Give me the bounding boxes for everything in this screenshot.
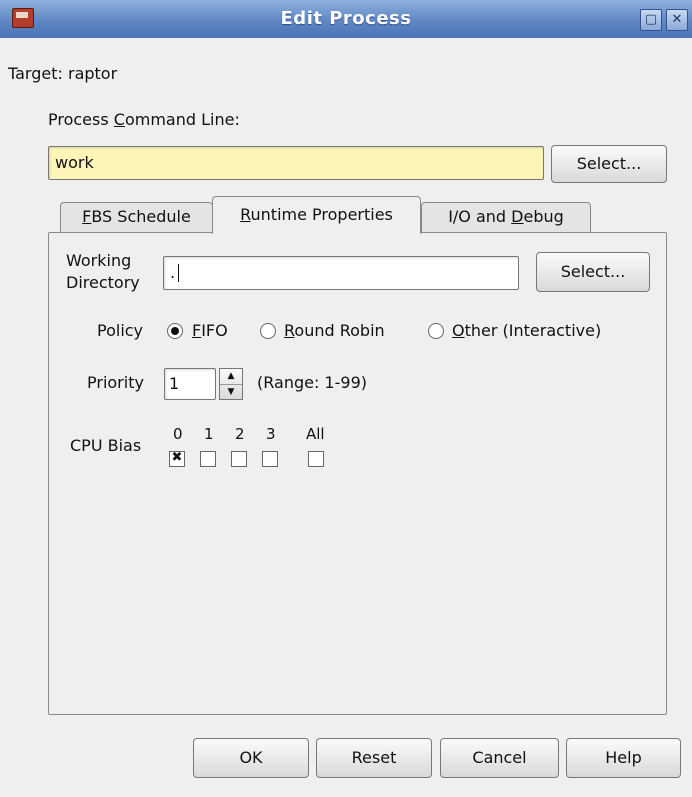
cpu-2-label: 2 (235, 425, 245, 443)
policy-fifo-label[interactable]: FIFO (192, 321, 228, 340)
command-select-button[interactable]: Select... (551, 145, 667, 183)
cpu-all-label: All (306, 425, 325, 443)
cpu-2-checkbox[interactable] (231, 451, 247, 467)
tab-runtime-properties[interactable]: Runtime Properties (212, 196, 421, 234)
spin-down-icon[interactable]: ▼ (220, 385, 242, 400)
command-line-input[interactable]: work (48, 146, 544, 180)
window-title: Edit Process (280, 8, 412, 29)
tab-io-and-debug[interactable]: I/O and Debug (421, 202, 591, 233)
working-directory-input[interactable]: . (163, 256, 519, 290)
cpu-3-label: 3 (266, 425, 276, 443)
restore-button[interactable]: ▢ (640, 9, 662, 31)
policy-other-radio[interactable] (428, 323, 444, 339)
priority-range-text: (Range: 1-99) (257, 373, 367, 392)
working-directory-label: Working Directory (66, 251, 140, 292)
policy-round-robin-radio[interactable] (260, 323, 276, 339)
runtime-properties-panel (48, 232, 667, 715)
cpu-1-label: 1 (204, 425, 214, 443)
policy-fifo-radio[interactable] (167, 323, 183, 339)
working-directory-value: . (170, 263, 176, 282)
policy-round-robin-label[interactable]: Round Robin (284, 321, 385, 340)
cpu-all-checkbox[interactable] (308, 451, 324, 467)
priority-input[interactable]: 1 (164, 368, 216, 400)
title-bar[interactable]: Edit Process ▢ ✕ (0, 0, 692, 38)
tab-fbs-schedule[interactable]: FBS Schedule (60, 202, 213, 233)
reset-button[interactable]: Reset (316, 738, 432, 778)
target-line: Target: raptor (8, 64, 117, 83)
cpu-0-checkbox[interactable] (169, 450, 185, 467)
cpu-3-checkbox[interactable] (262, 451, 278, 467)
edit-process-dialog: Edit Process ▢ ✕ Target: raptor Process … (0, 0, 692, 797)
target-value: raptor (67, 64, 118, 83)
cpu-0-label: 0 (173, 425, 183, 443)
cpu-1-checkbox[interactable] (200, 451, 216, 467)
spin-up-icon[interactable]: ▲ (220, 369, 242, 385)
text-cursor (178, 264, 179, 282)
working-directory-select-button[interactable]: Select... (536, 252, 650, 292)
target-label: Target: (8, 64, 63, 83)
policy-other-label[interactable]: Other (Interactive) (452, 321, 601, 340)
help-button[interactable]: Help (566, 738, 681, 778)
process-command-line-label: Process Command Line: (48, 110, 240, 129)
close-button[interactable]: ✕ (666, 9, 688, 31)
cpu-bias-label: CPU Bias (70, 436, 142, 455)
priority-value: 1 (169, 374, 180, 393)
ok-button[interactable]: OK (193, 738, 309, 778)
command-line-value: work (55, 153, 94, 172)
cancel-button[interactable]: Cancel (440, 738, 559, 778)
policy-label: Policy (97, 321, 144, 340)
priority-label: Priority (87, 373, 144, 392)
priority-spinner[interactable]: ▲ ▼ (219, 368, 243, 400)
